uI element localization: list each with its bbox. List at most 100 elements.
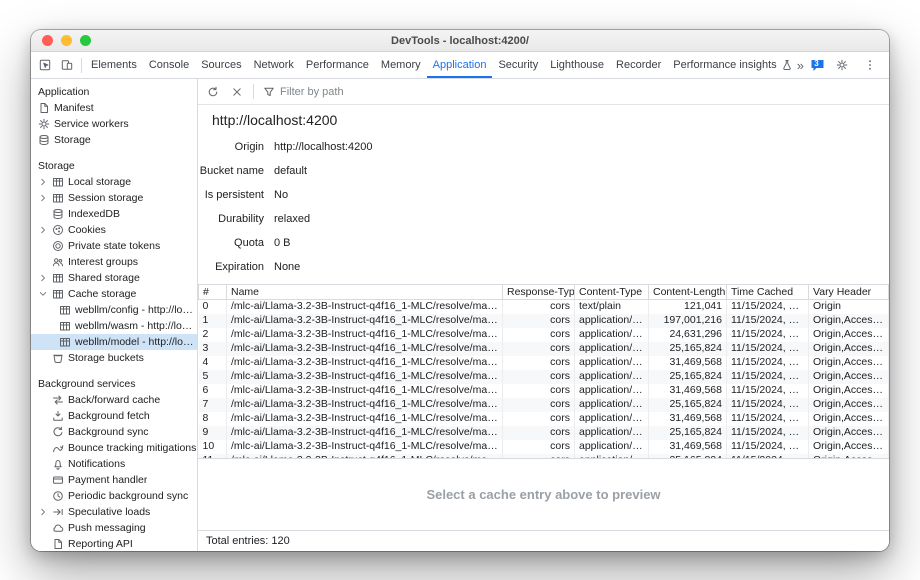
devtools-window: DevTools - localhost:4200/ ElementsConso… (31, 30, 889, 551)
tab-application[interactable]: Application (427, 52, 493, 78)
device-toolbar-icon[interactable] (56, 54, 78, 76)
column-header-content-type[interactable]: Content-Type (575, 285, 649, 300)
cell-content-length: 24,631,296 (649, 328, 727, 342)
sidebar-item-label: Session storage (68, 192, 143, 204)
total-entries-label: Total entries: 120 (206, 535, 290, 547)
window-titlebar[interactable]: DevTools - localhost:4200/ (31, 30, 889, 52)
sidebar-item-back-forward-cache[interactable]: Back/forward cache (31, 392, 197, 408)
tab-security[interactable]: Security (492, 52, 544, 78)
tab-elements[interactable]: Elements (85, 52, 143, 78)
cell-vary-header: Origin,Access… (809, 412, 889, 426)
sidebar-item-background-sync[interactable]: Background sync (31, 424, 197, 440)
sidebar-item-payment-handler[interactable]: Payment handler (31, 472, 197, 488)
sidebar-item-cookies[interactable]: Cookies (31, 222, 197, 238)
cell-content-type: application/oc… (575, 370, 649, 384)
sidebar-item-storage-buckets[interactable]: Storage buckets (31, 350, 197, 366)
column-header-content-length[interactable]: Content-Length (649, 285, 727, 300)
sidebar-item-notifications[interactable]: Notifications (31, 456, 197, 472)
tab-sources[interactable]: Sources (195, 52, 247, 78)
cell-content-type: application/oc… (575, 412, 649, 426)
sidebar-item-cache-storage[interactable]: Cache storage (31, 286, 197, 302)
cache-toolbar: Filter by path (198, 79, 889, 105)
sidebar-item-bounce-tracking-mitigations[interactable]: Bounce tracking mitigations (31, 440, 197, 456)
filter-by-path-input[interactable]: Filter by path (259, 86, 885, 98)
sidebar-item-shared-storage[interactable]: Shared storage (31, 270, 197, 286)
sidebar-item-label: Storage (54, 134, 91, 146)
chevron-right-icon[interactable] (38, 192, 48, 204)
tab-console[interactable]: Console (143, 52, 195, 78)
cache-entry-row[interactable]: 1/mlc-ai/Llama-3.2-3B-Instruct-q4f16_1-M… (199, 314, 889, 328)
sidebar-item-push-messaging[interactable]: Push messaging (31, 520, 197, 536)
sidebar-item-reporting-api[interactable]: Reporting API (31, 536, 197, 551)
tab-lighthouse[interactable]: Lighthouse (544, 52, 610, 78)
kebab-menu-icon[interactable] (859, 54, 881, 76)
column-header-name[interactable]: Name (227, 285, 503, 300)
chevron-right-icon[interactable] (38, 224, 48, 236)
manifest-icon (38, 102, 50, 114)
sidebar-item-label: Periodic background sync (68, 490, 188, 502)
sidebar-item-label: webllm/config - http://loc… (75, 304, 197, 316)
sidebar-item-service-workers[interactable]: Service workers (31, 116, 197, 132)
sidebar-item-interest-groups[interactable]: Interest groups (31, 254, 197, 270)
cell-time-cached: 11/15/2024, 10… (727, 440, 809, 454)
column-header-response-type[interactable]: Response-Type (503, 285, 575, 300)
column-header-vary-header[interactable]: Vary Header (809, 285, 889, 300)
column-header-time-cached[interactable]: Time Cached (727, 285, 809, 300)
sidebar-item-label: Cache storage (68, 288, 136, 300)
refresh-caches-button[interactable] (202, 81, 224, 103)
cell-content-length: 31,469,568 (649, 412, 727, 426)
cache-entry-row[interactable]: 5/mlc-ai/Llama-3.2-3B-Instruct-q4f16_1-M… (199, 370, 889, 384)
sidebar-item-indexeddb[interactable]: IndexedDB (31, 206, 197, 222)
chevron-right-icon[interactable] (38, 176, 48, 188)
sidebar-item-local-storage[interactable]: Local storage (31, 174, 197, 190)
cache-entry-row[interactable]: 4/mlc-ai/Llama-3.2-3B-Instruct-q4f16_1-M… (199, 356, 889, 370)
sidebar-item-session-storage[interactable]: Session storage (31, 190, 197, 206)
sidebar-item-label: Service workers (54, 118, 129, 130)
service-workers-icon (38, 118, 50, 130)
cache-entry-row[interactable]: 9/mlc-ai/Llama-3.2-3B-Instruct-q4f16_1-M… (199, 426, 889, 440)
meta-value: 0 B (274, 237, 889, 249)
settings-gear-icon[interactable] (831, 54, 853, 76)
meta-label: Is persistent (198, 189, 264, 201)
sidebar-item-background-fetch[interactable]: Background fetch (31, 408, 197, 424)
sidebar-item-manifest[interactable]: Manifest (31, 100, 197, 116)
cell-response-type: cors (503, 384, 575, 398)
column-header-index[interactable]: # (199, 285, 227, 300)
sidebar-item-speculative-loads[interactable]: Speculative loads (31, 504, 197, 520)
cache-entry-row[interactable]: 0/mlc-ai/Llama-3.2-3B-Instruct-q4f16_1-M… (199, 300, 889, 314)
chevron-right-icon[interactable] (38, 506, 48, 518)
inspect-element-icon[interactable] (34, 54, 56, 76)
sidebar-item-periodic-background-sync[interactable]: Periodic background sync (31, 488, 197, 504)
cache-entry-row[interactable]: 3/mlc-ai/Llama-3.2-3B-Instruct-q4f16_1-M… (199, 342, 889, 356)
table-icon (59, 320, 71, 332)
chevron-down-icon[interactable] (38, 288, 48, 300)
tab-network[interactable]: Network (248, 52, 300, 78)
sidebar-item-private-state-tokens[interactable]: Private state tokens (31, 238, 197, 254)
traffic-lights (31, 35, 91, 46)
sidebar-item-webllm-wasm-http-loca[interactable]: webllm/wasm - http://loca… (31, 318, 197, 334)
cache-entry-row[interactable]: 7/mlc-ai/Llama-3.2-3B-Instruct-q4f16_1-M… (199, 398, 889, 412)
cache-entry-row[interactable]: 2/mlc-ai/Llama-3.2-3B-Instruct-q4f16_1-M… (199, 328, 889, 342)
cache-entry-row[interactable]: 8/mlc-ai/Llama-3.2-3B-Instruct-q4f16_1-M… (199, 412, 889, 426)
minimize-window-button[interactable] (61, 35, 72, 46)
sidebar-item-label: Background fetch (68, 410, 150, 422)
tab-recorder[interactable]: Recorder (610, 52, 667, 78)
console-messages-button[interactable]: 3 (810, 59, 825, 72)
sidebar-item-webllm-model-http-loc[interactable]: webllm/model - http://loc… (31, 334, 197, 350)
cell-index: 5 (199, 370, 227, 384)
chevron-right-icon[interactable] (38, 272, 48, 284)
cache-entry-row[interactable]: 6/mlc-ai/Llama-3.2-3B-Instruct-q4f16_1-M… (199, 384, 889, 398)
more-tabs-chevron-icon[interactable]: » (797, 58, 804, 73)
sidebar-item-label: webllm/wasm - http://loca… (75, 320, 197, 332)
close-window-button[interactable] (42, 35, 53, 46)
cache-entry-row[interactable]: 10/mlc-ai/Llama-3.2-3B-Instruct-q4f16_1-… (199, 440, 889, 454)
cell-index: 0 (199, 300, 227, 314)
zoom-window-button[interactable] (80, 35, 91, 46)
sidebar-item-storage[interactable]: Storage (31, 132, 197, 148)
tab-memory[interactable]: Memory (375, 52, 427, 78)
delete-selected-button[interactable] (226, 81, 248, 103)
tab-performance[interactable]: Performance (300, 52, 375, 78)
tab-performance-insights[interactable]: Performance insights (667, 52, 791, 78)
cell-name: /mlc-ai/Llama-3.2-3B-Instruct-q4f16_1-ML… (227, 300, 503, 314)
sidebar-item-webllm-config-http-loc[interactable]: webllm/config - http://loc… (31, 302, 197, 318)
